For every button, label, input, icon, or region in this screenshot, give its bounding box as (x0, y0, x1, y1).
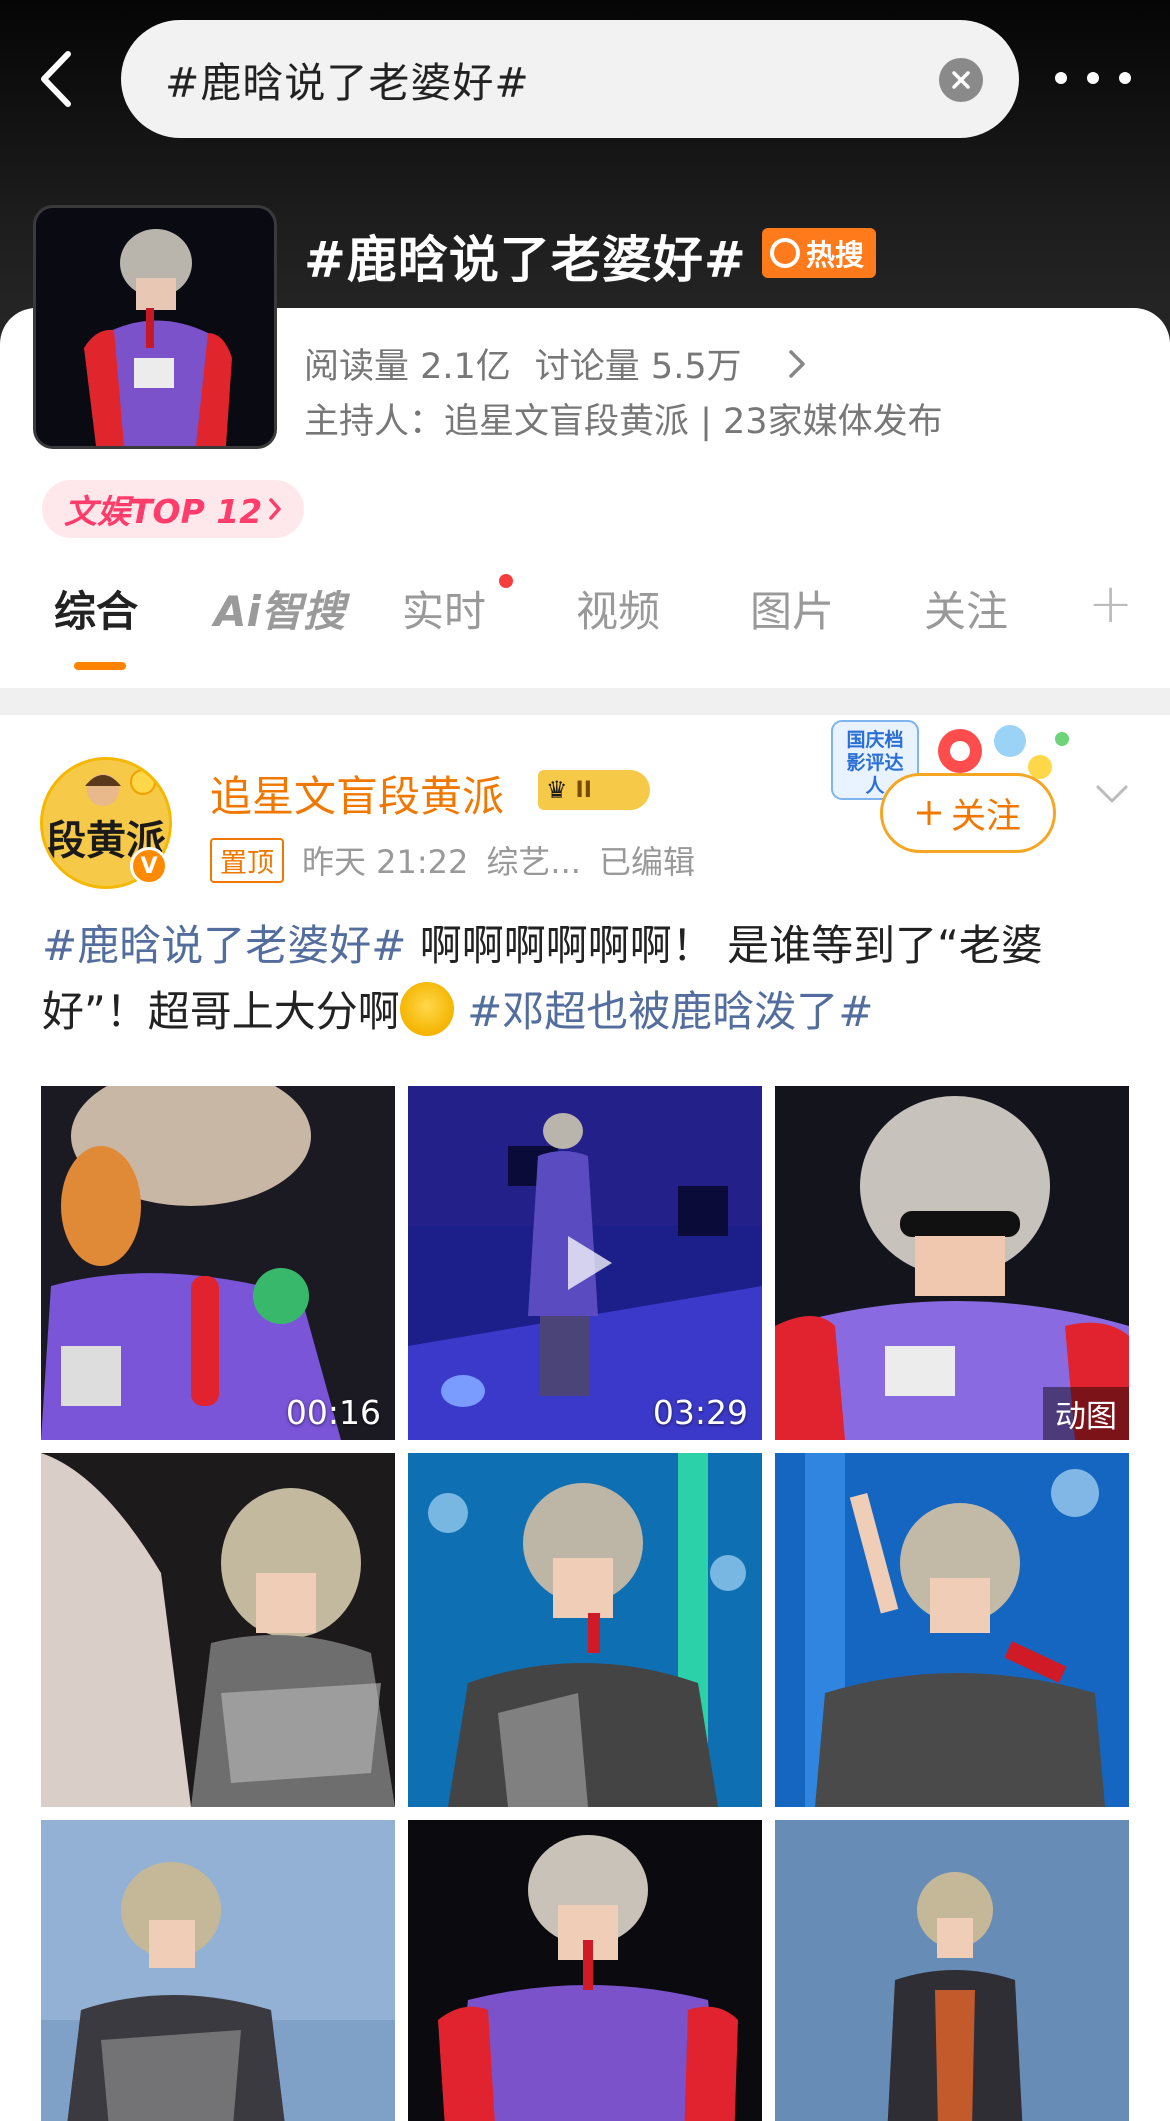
clear-search-button[interactable] (939, 58, 983, 102)
post-card: 段黄派 V 追星文盲段黄派 ♛ II 置顶 昨天 21:22 综艺... 已编辑… (0, 715, 1170, 2121)
video-duration: 03:29 (652, 1393, 748, 1432)
tab-comprehensive[interactable]: 综合 (54, 578, 138, 639)
topic-title: #鹿晗说了老婆好# (304, 231, 747, 289)
post-body: #鹿晗说了老婆好# 啊啊啊啊啊啊！ 是谁等到了“老婆好”！超哥上大分啊 #邓超也… (42, 913, 1132, 1045)
video-duration: 00:16 (285, 1393, 381, 1432)
post-meta: 置顶 昨天 21:22 综艺... 已编辑 (210, 837, 695, 883)
media-image-thumbnail[interactable] (775, 1453, 1129, 1807)
media-image-thumbnail[interactable] (408, 1453, 762, 1807)
tab-realtime[interactable]: 实时 (402, 578, 486, 639)
author-name[interactable]: 追星文盲段黄派 (210, 763, 504, 824)
hot-search-icon (770, 238, 800, 268)
level-label: II (575, 777, 592, 803)
laughing-emoji-icon (399, 982, 454, 1036)
back-arrow-icon (41, 51, 71, 107)
post-menu-button[interactable] (1092, 775, 1132, 815)
tab-images[interactable]: 图片 (750, 578, 834, 639)
fan-level-badge[interactable]: ♛ II (538, 770, 650, 810)
topic-host[interactable]: 主持人：追星文盲段黄派 | 23家媒体发布 (304, 393, 943, 444)
rank-badge[interactable]: 文娱TOP 12 (42, 480, 305, 538)
topic-cover-image[interactable] (33, 205, 277, 449)
gif-badge: 动图 (1043, 1387, 1129, 1440)
media-gif-thumbnail[interactable]: 动图 (775, 1086, 1129, 1440)
discuss-count: 讨论量 5.5万 (534, 347, 742, 387)
add-tab-icon[interactable]: + (1088, 572, 1133, 635)
rank-badge-label: 文娱TOP 12 (64, 492, 263, 531)
follow-button[interactable]: 关注 (880, 773, 1056, 853)
active-tab-indicator (74, 662, 126, 670)
follow-label: 关注 (950, 796, 1021, 837)
chevron-right-icon (269, 498, 281, 520)
crown-icon: ♛ (546, 776, 568, 804)
hashtag-link[interactable]: #邓超也被鹿晗泼了# (454, 987, 873, 1036)
play-icon (568, 1236, 612, 1290)
tab-following[interactable]: 关注 (924, 578, 1008, 639)
search-value: #鹿晗说了老婆好# (165, 59, 530, 107)
media-image-thumbnail[interactable] (41, 1820, 395, 2121)
more-dots-icon (1055, 72, 1067, 84)
tab-ai-search[interactable]: Ai智搜 (214, 578, 345, 639)
section-divider (0, 687, 1170, 715)
search-input[interactable]: #鹿晗说了老婆好# (121, 20, 1019, 138)
post-time: 昨天 21:22 (302, 843, 469, 881)
topic-stats[interactable]: 阅读量 2.1亿 讨论量 5.5万 (304, 338, 806, 389)
new-content-dot (499, 574, 513, 588)
tab-video[interactable]: 视频 (576, 578, 660, 639)
hashtag-link[interactable]: #鹿晗说了老婆好# (42, 921, 406, 970)
close-icon (952, 71, 970, 89)
more-options-button[interactable] (1055, 58, 1131, 98)
pinned-badge: 置顶 (210, 837, 284, 883)
media-video-thumbnail[interactable]: 00:16 (41, 1086, 395, 1440)
plus-icon (916, 801, 941, 825)
topic-tabs: 综合 Ai智搜 实时 视频 图片 关注 + (0, 572, 1170, 688)
chevron-down-icon (1096, 785, 1128, 803)
media-image-thumbnail[interactable] (775, 1820, 1129, 2121)
read-count: 阅读量 2.1亿 (304, 347, 511, 387)
back-button[interactable] (30, 48, 80, 110)
hot-badge-label: 热搜 (806, 238, 865, 272)
post-source[interactable]: 综艺... (486, 837, 581, 883)
verified-icon: V (130, 847, 168, 885)
media-image-thumbnail[interactable] (408, 1820, 762, 2121)
media-image-thumbnail[interactable] (41, 1453, 395, 1807)
edited-label[interactable]: 已编辑 (599, 837, 695, 883)
media-video-thumbnail[interactable]: 03:29 (408, 1086, 762, 1440)
hot-search-badge[interactable]: 热搜 (762, 228, 877, 278)
chevron-right-icon (788, 349, 805, 378)
